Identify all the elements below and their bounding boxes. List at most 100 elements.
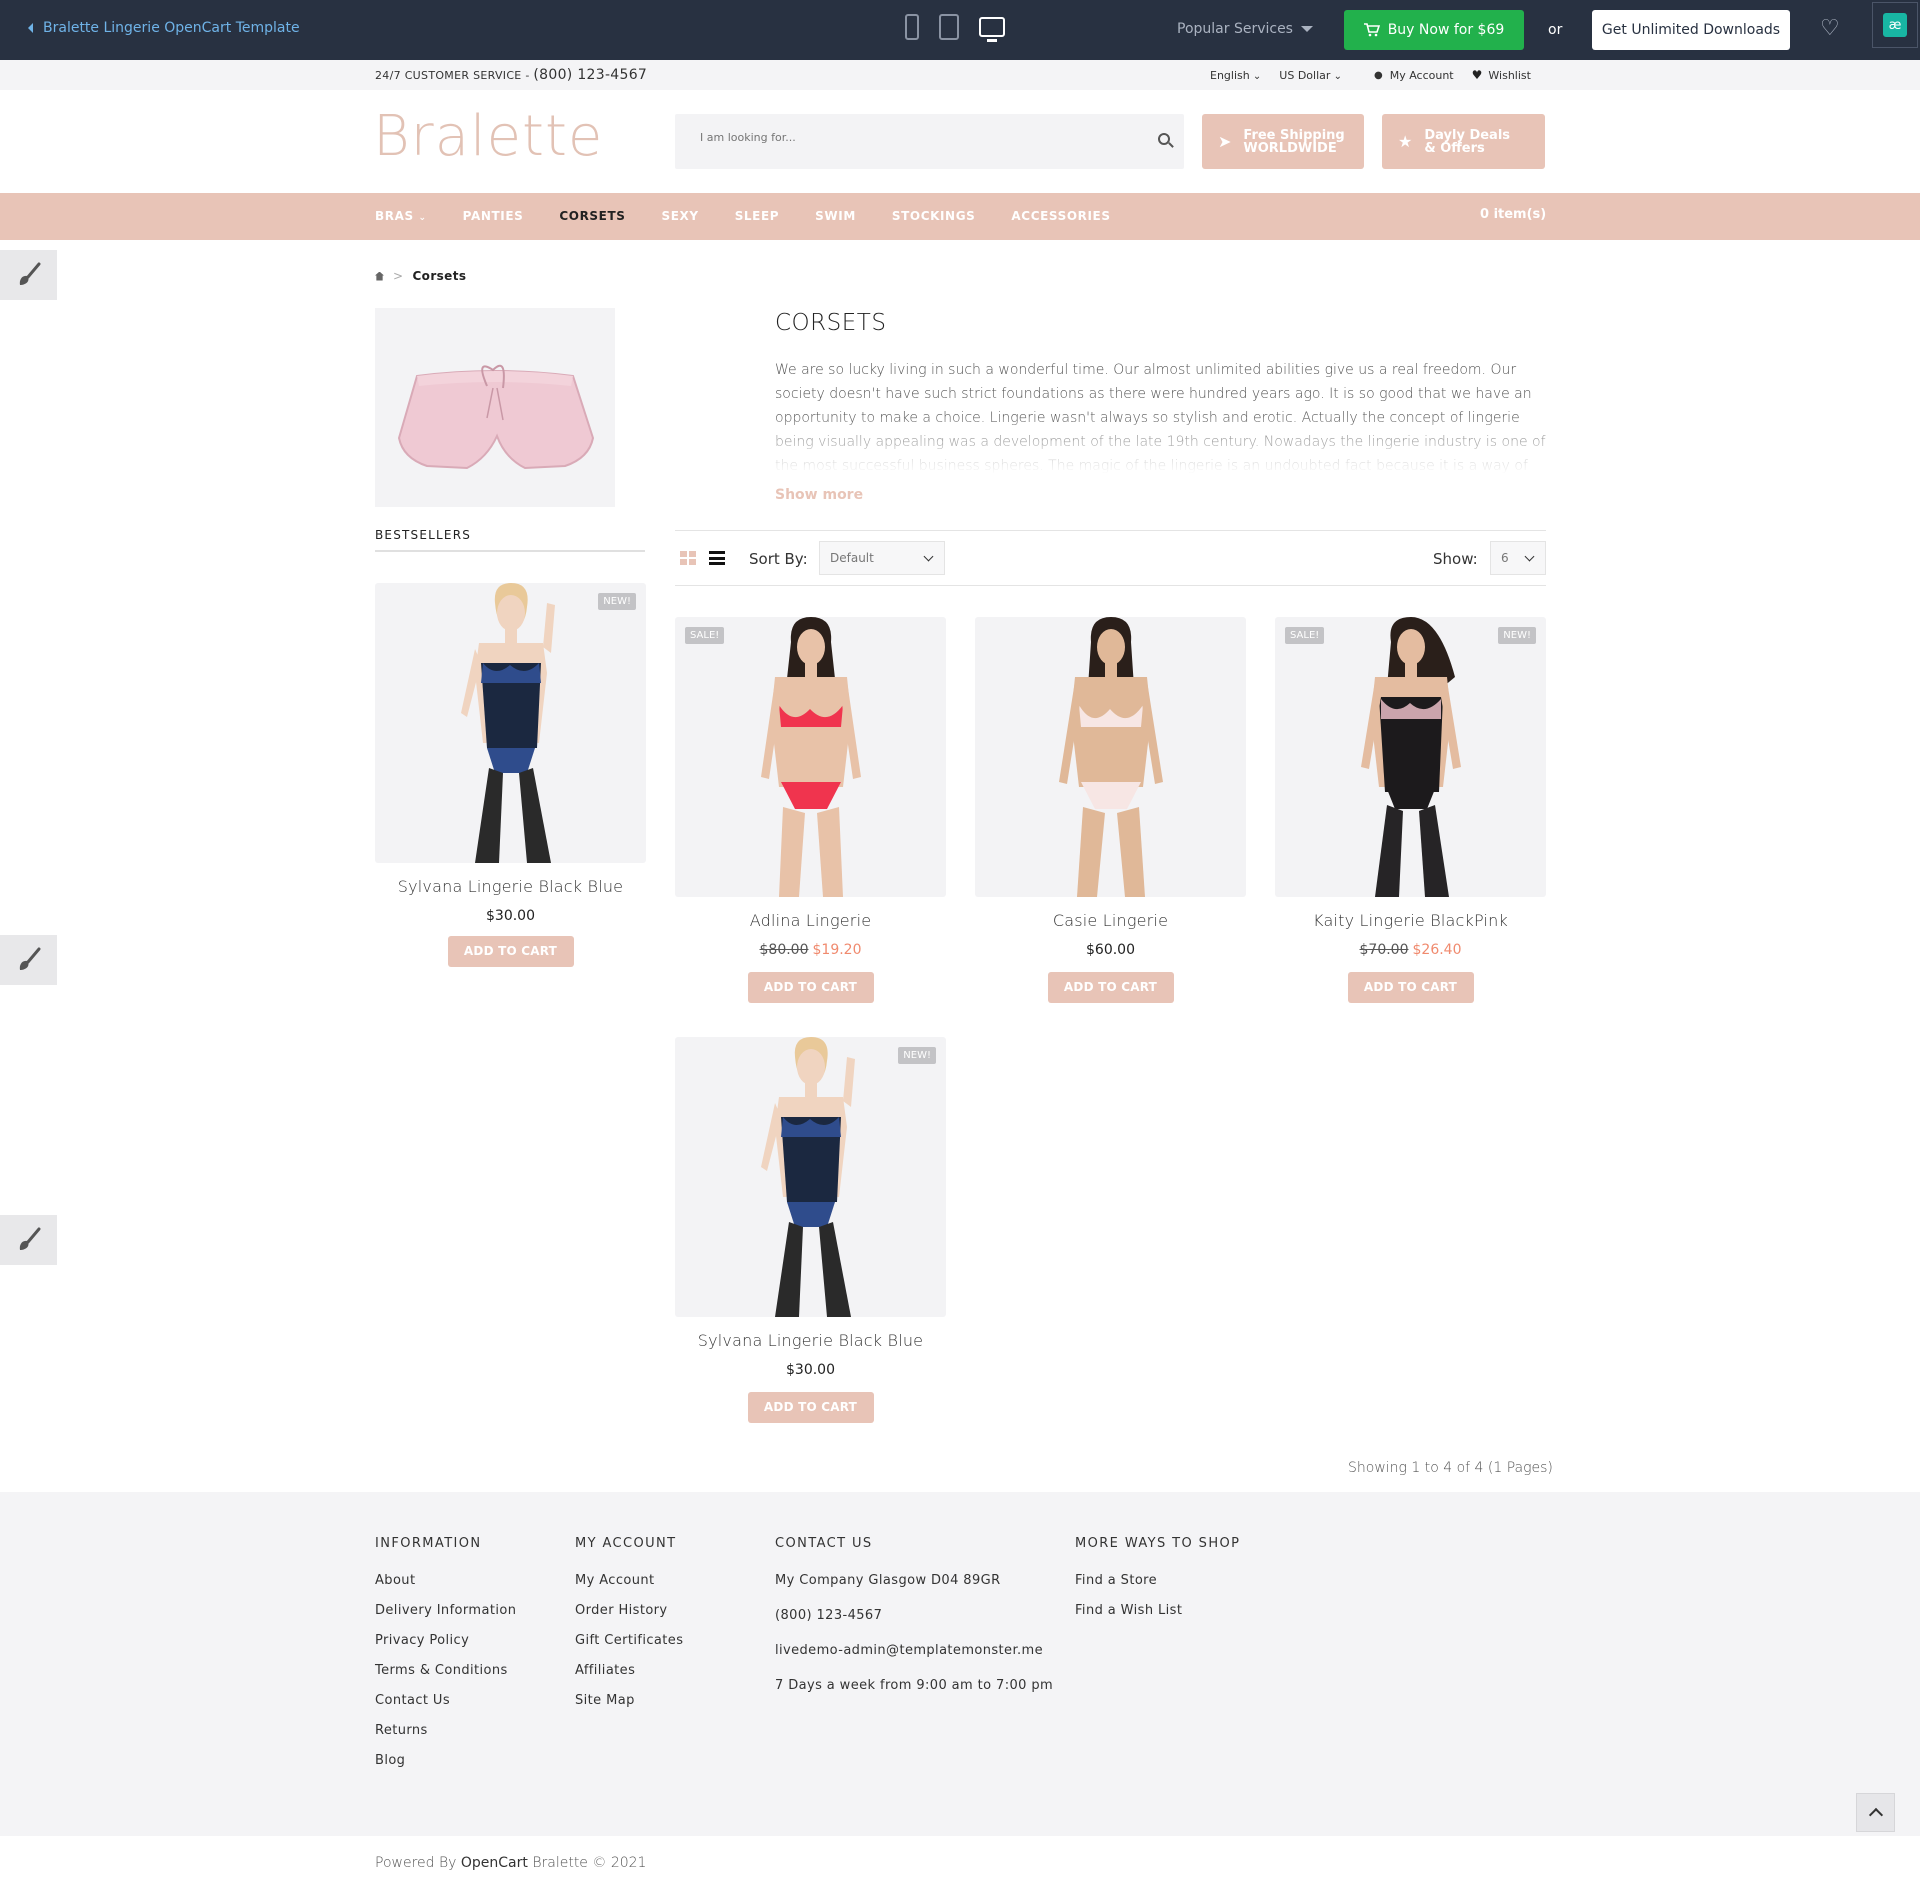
back-to-template-link[interactable]: Bralette Lingerie OpenCart Template [28, 20, 300, 36]
cart-summary[interactable]: 0 item(s) [1480, 207, 1546, 222]
product-image[interactable]: NEW! [375, 583, 646, 863]
product-image[interactable]: SALE! [675, 617, 946, 897]
footer-address: My Company Glasgow D04 89GR [775, 1573, 1001, 1588]
nav-item-stockings[interactable]: STOCKINGS [892, 209, 976, 223]
chevron-left-icon [28, 23, 33, 33]
heart-icon[interactable]: ♡ [1820, 18, 1840, 40]
popular-services-dropdown[interactable]: Popular Services [1177, 21, 1313, 37]
search-icon[interactable] [1158, 133, 1170, 145]
wishlist-link[interactable]: ♥ Wishlist [1472, 68, 1531, 82]
tablet-icon[interactable] [939, 14, 959, 40]
footer-email[interactable]: livedemo-admin@templatemonster.me [775, 1643, 1053, 1659]
product-name[interactable]: Sylvana Lingerie Black Blue [675, 1331, 946, 1350]
footer-link-delivery[interactable]: Delivery Information [375, 1603, 516, 1619]
footer-link-find-store[interactable]: Find a Store [1075, 1573, 1240, 1589]
bestseller-card: NEW! Sylvana Lingerie Black Blue $30.00 … [375, 583, 646, 967]
footer-link-privacy[interactable]: Privacy Policy [375, 1633, 516, 1649]
add-to-cart-button[interactable]: ADD TO CART [747, 1392, 874, 1423]
footer-link-terms[interactable]: Terms & Conditions [375, 1663, 516, 1679]
footer-link-find-wishlist[interactable]: Find a Wish List [1075, 1603, 1240, 1619]
limit-select[interactable]: 6 [1490, 541, 1546, 575]
back-to-top-button[interactable] [1856, 1793, 1895, 1832]
free-shipping-banner[interactable]: ➤ Free Shipping WORLDWIDE [1202, 114, 1364, 169]
price-value: $30.00 [486, 908, 535, 924]
nav-item-corsets[interactable]: CORSETS [559, 209, 625, 223]
customer-service-phone[interactable]: (800) 123-4567 [533, 67, 647, 83]
breadcrumb-current[interactable]: Corsets [412, 269, 466, 283]
nav-item-panties[interactable]: PANTIES [463, 209, 524, 223]
nav-item-accessories[interactable]: ACCESSORIES [1011, 209, 1110, 223]
show-more-link[interactable]: Show more [775, 487, 863, 503]
envato-button[interactable]: æ [1872, 2, 1918, 48]
list-view-icon[interactable] [709, 551, 725, 565]
pagination-results: Showing 1 to 4 of 4 (1 Pages) [1348, 1460, 1553, 1476]
product-name[interactable]: Casie Lingerie [975, 911, 1246, 930]
category-description: We are so lucky living in such a wonderf… [775, 358, 1546, 474]
old-price: $80.00 [759, 942, 809, 958]
free-shipping-line2: WORLDWIDE [1243, 140, 1337, 156]
product-price: $30.00 [375, 908, 646, 924]
desktop-icon[interactable] [979, 17, 1005, 42]
nav-item-sexy[interactable]: SEXY [662, 209, 699, 223]
site-logo[interactable]: Bralette [373, 104, 603, 169]
footer-link-returns[interactable]: Returns [375, 1723, 516, 1739]
search-input[interactable] [700, 131, 1120, 144]
main-nav: BRAS ⌄ PANTIES CORSETS SEXY SLEEP SWIM S… [0, 193, 1920, 240]
brush-icon [19, 1227, 40, 1250]
my-account-link[interactable]: ● My Account [1374, 69, 1454, 82]
add-to-cart-button[interactable]: ADD TO CART [1047, 972, 1174, 1003]
nav-item-bras[interactable]: BRAS ⌄ [375, 209, 427, 223]
product-name[interactable]: Sylvana Lingerie Black Blue [375, 877, 646, 896]
home-icon[interactable] [375, 271, 384, 281]
unlimited-downloads-button[interactable]: Get Unlimited Downloads [1592, 10, 1790, 50]
add-to-cart-button[interactable]: ADD TO CART [747, 972, 874, 1003]
footer-link-my-account[interactable]: My Account [575, 1573, 683, 1589]
daily-deals-line2: & Offers [1424, 140, 1485, 156]
footer-link-about[interactable]: About [375, 1573, 516, 1589]
footer-more-ways: MORE WAYS TO SHOP Find a Store Find a Wi… [1075, 1536, 1240, 1633]
customer-service-label: 24/7 CUSTOMER SERVICE - [375, 69, 534, 82]
add-to-cart-button[interactable]: ADD TO CART [1347, 972, 1474, 1003]
footer-link-gift-certificates[interactable]: Gift Certificates [575, 1633, 683, 1649]
product-image[interactable]: NEW! [675, 1037, 946, 1317]
product-name[interactable]: Adlina Lingerie [675, 911, 946, 930]
grid-view-icon[interactable] [680, 551, 696, 565]
footer-link-site-map[interactable]: Site Map [575, 1693, 683, 1709]
breadcrumb: > Corsets [375, 269, 466, 283]
phone-icon[interactable] [905, 14, 919, 40]
heart-icon: ♥ [1471, 68, 1483, 82]
product-image[interactable]: SALE! NEW! [1275, 617, 1546, 897]
footer-link-affiliates[interactable]: Affiliates [575, 1663, 683, 1679]
style-switcher-tab[interactable] [0, 250, 57, 300]
buy-now-button[interactable]: Buy Now for $69 [1344, 10, 1524, 50]
product-card: SALE! NEW! Kaity Lingerie BlackPink $70.… [1275, 617, 1546, 1003]
style-switcher-tab[interactable] [0, 1215, 57, 1265]
daily-deals-line1: Dayly Deals [1424, 127, 1511, 143]
footer-link-order-history[interactable]: Order History [575, 1603, 683, 1619]
style-switcher-tab[interactable] [0, 935, 57, 985]
footer-information: INFORMATION About Delivery Information P… [375, 1536, 516, 1783]
nav-item-sleep[interactable]: SLEEP [735, 209, 779, 223]
search-box [675, 114, 1184, 169]
daily-deals-banner[interactable]: ★ Dayly Deals & Offers [1382, 114, 1545, 169]
product-image[interactable] [975, 617, 1246, 897]
sale-badge: SALE! [1285, 627, 1325, 644]
language-selector[interactable]: English [1210, 69, 1261, 82]
customer-service: 24/7 CUSTOMER SERVICE - (800) 123-4567 [375, 67, 647, 83]
footer-phone[interactable]: (800) 123-4567 [775, 1608, 1053, 1624]
opencart-link[interactable]: OpenCart [461, 1855, 528, 1871]
model-illustration [1059, 617, 1163, 897]
model-illustration [761, 617, 861, 897]
product-card: NEW! Sylvana Lingerie Black Blue $30.00 … [675, 1037, 946, 1423]
currency-selector[interactable]: US Dollar [1279, 69, 1342, 82]
product-name[interactable]: Kaity Lingerie BlackPink [1275, 911, 1546, 930]
copyright-suffix: Bralette © 2021 [527, 1855, 647, 1871]
sleep-shorts-image [397, 364, 595, 470]
footer-link-blog[interactable]: Blog [375, 1753, 516, 1769]
sort-select[interactable]: Default [819, 541, 945, 575]
my-account-label: My Account [1389, 68, 1454, 82]
footer-heading: CONTACT US [775, 1536, 873, 1551]
add-to-cart-button[interactable]: ADD TO CART [447, 936, 574, 967]
footer-link-contact[interactable]: Contact Us [375, 1693, 516, 1709]
nav-item-swim[interactable]: SWIM [815, 209, 856, 223]
